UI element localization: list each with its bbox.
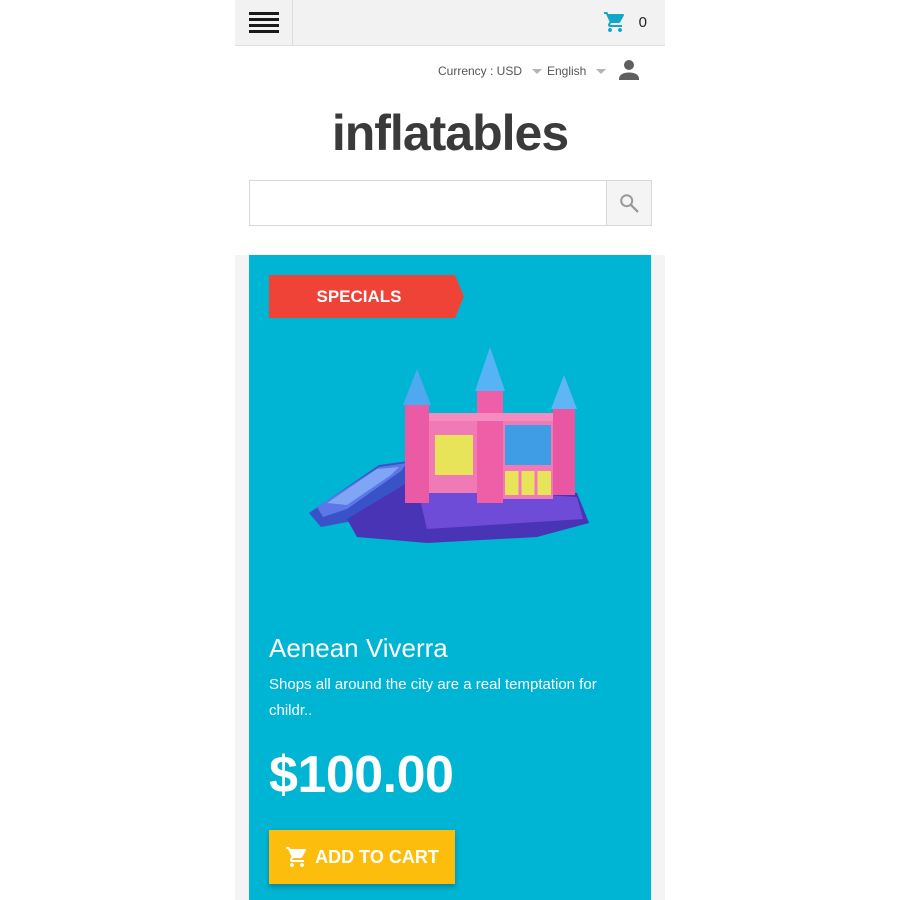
shopping-cart-icon <box>603 12 624 32</box>
search-input[interactable] <box>250 181 605 225</box>
badge-label: SPECIALS <box>316 287 402 306</box>
product-image[interactable] <box>307 347 597 557</box>
top-bar: 0 <box>235 0 665 46</box>
product-card: SPECIALS Aenean Viverra Shops all around… <box>249 255 651 900</box>
search-icon <box>620 194 639 213</box>
add-to-cart-label: ADD TO CART <box>315 846 439 867</box>
cart-button[interactable]: 0 <box>603 9 647 35</box>
chevron-down-icon <box>532 68 543 74</box>
product-name[interactable]: Aenean Viverra <box>269 633 448 664</box>
shopping-cart-icon <box>286 847 307 867</box>
site-logo[interactable]: inflatables <box>235 101 665 165</box>
search-button[interactable] <box>606 181 651 225</box>
hamburger-menu-icon <box>249 12 279 33</box>
language-label: English <box>547 64 587 78</box>
add-to-cart-button[interactable]: ADD TO CART <box>269 830 455 884</box>
specials-badge: SPECIALS <box>269 275 473 318</box>
currency-selector[interactable]: Currency : USD <box>438 58 543 84</box>
search-bar <box>249 180 652 226</box>
cart-count: 0 <box>638 13 647 31</box>
product-price: $100.00 <box>269 746 454 804</box>
chevron-down-icon <box>596 68 607 74</box>
language-selector[interactable]: English <box>547 58 607 84</box>
menu-button[interactable] <box>235 0 293 45</box>
user-icon[interactable] <box>619 59 639 81</box>
utility-bar: Currency : USD English <box>235 58 665 84</box>
product-description: Shops all around the city are a real tem… <box>269 676 597 719</box>
currency-label: Currency : USD <box>438 64 523 78</box>
page-frame: 0 Currency : USD English inflatables SPE… <box>235 0 665 900</box>
